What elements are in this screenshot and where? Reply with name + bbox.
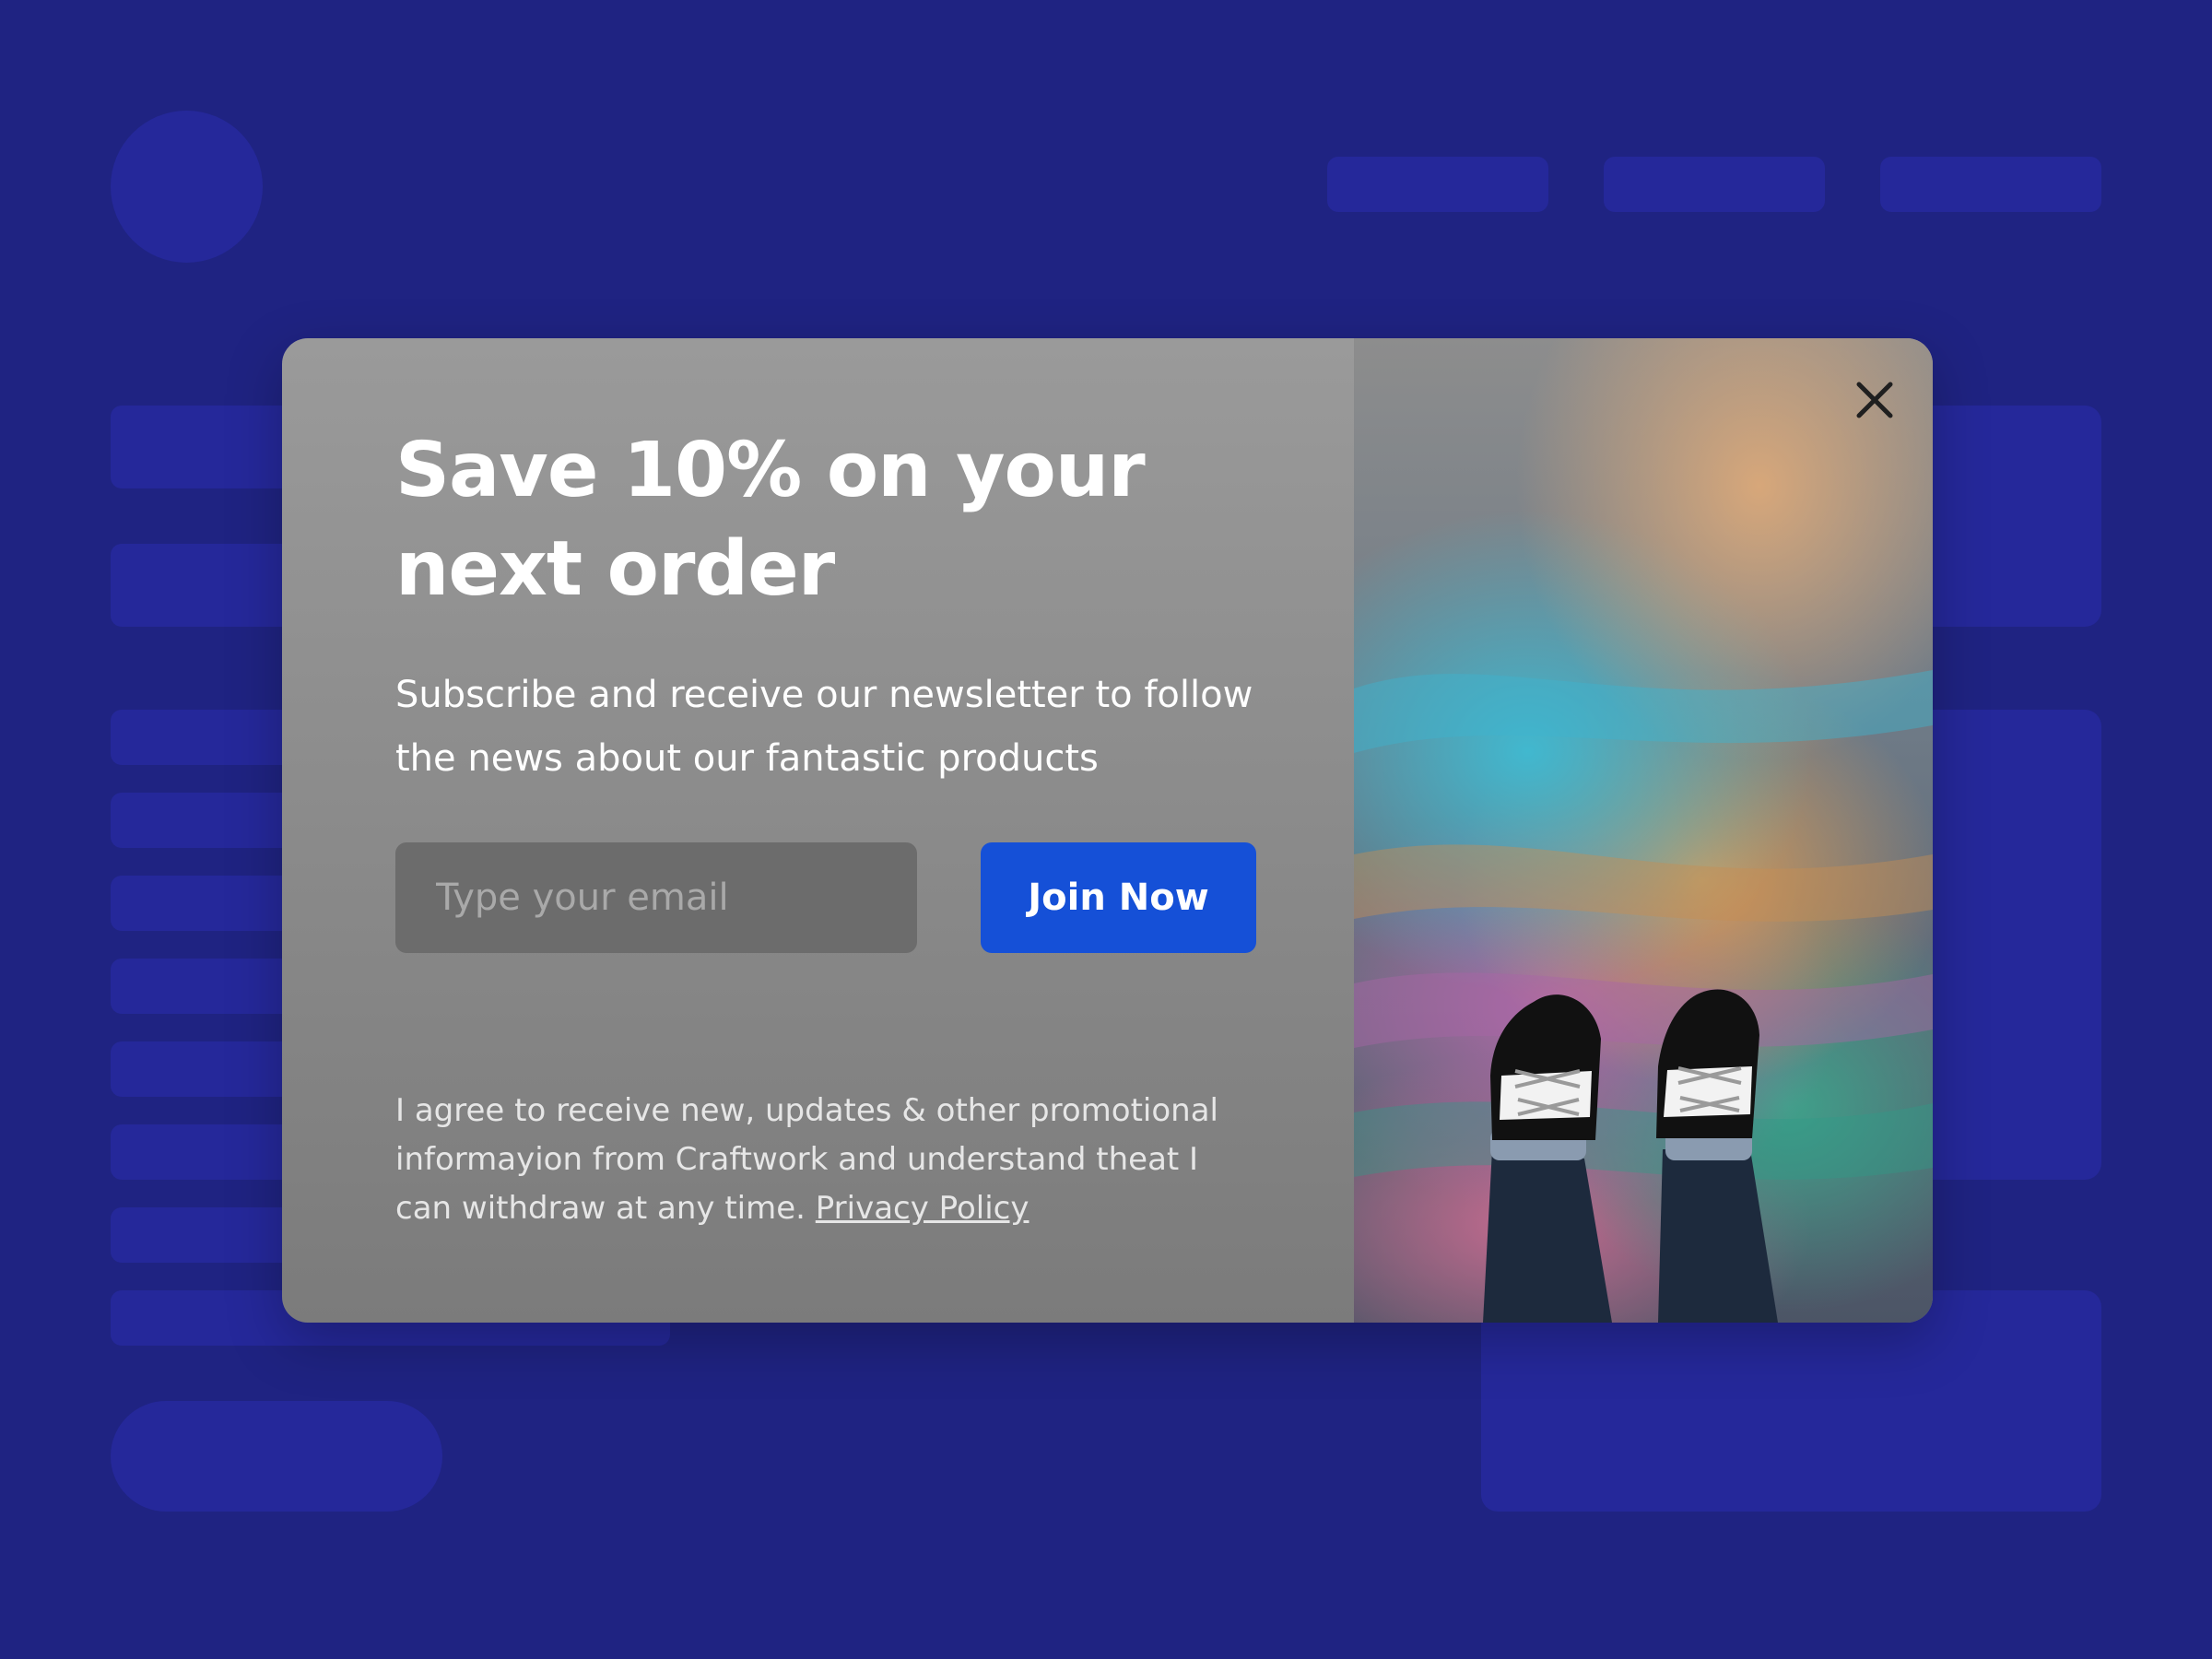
nav-placeholder: [1327, 157, 1548, 212]
nav-placeholder: [1604, 157, 1825, 212]
popup-headline: Save 10% on your next order: [395, 427, 1146, 613]
join-now-button[interactable]: Join Now: [981, 842, 1256, 953]
nav-placeholder: [1880, 157, 2101, 212]
button-placeholder: [111, 1401, 442, 1512]
consent-text-body: I agree to receive new, updates & other …: [395, 1092, 1218, 1227]
privacy-policy-link[interactable]: Privacy Policy: [816, 1190, 1030, 1227]
card-placeholder: [1481, 1290, 2101, 1512]
email-input[interactable]: [395, 842, 917, 953]
popup-content: Save 10% on your next order Subscribe an…: [395, 421, 1317, 791]
close-button[interactable]: [1852, 377, 1898, 423]
subscribe-form: Join Now: [395, 842, 1317, 953]
consent-text: I agree to receive new, updates & other …: [395, 1087, 1225, 1233]
avatar-placeholder: [111, 111, 263, 263]
close-icon: [1856, 382, 1893, 418]
popup-subtitle: Subscribe and receive our newsletter to …: [395, 674, 1253, 780]
hero-photo: [1354, 338, 1933, 1323]
newsletter-popup: Save 10% on your next order Subscribe an…: [282, 338, 1933, 1323]
sneakers-illustration: [1354, 670, 1933, 1323]
